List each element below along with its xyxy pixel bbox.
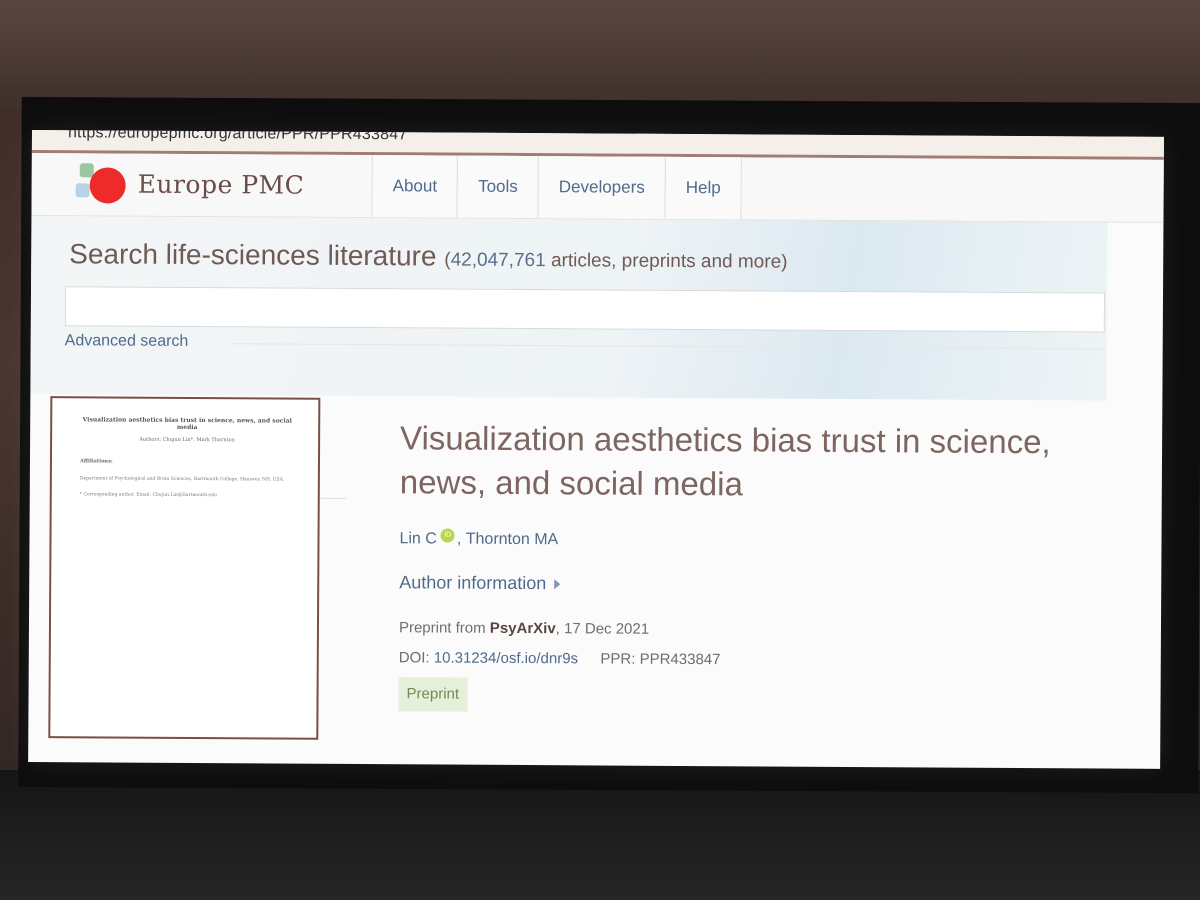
triangle-right-icon [554,578,561,589]
preprint-badge: Preprint [398,677,468,712]
doi-label: DOI: [398,649,430,667]
preprint-source-line: Preprint from PsyArXiv, 17 Dec 2021 [399,613,1099,647]
divider [319,497,346,499]
thumbnail-affiliations-heading: Affiliations: [79,458,113,465]
main-nav: About Tools Developers Help [371,155,742,220]
divider [230,343,1107,350]
nav-help[interactable]: Help [664,156,742,220]
article-count: (42,047,761 articles, preprints and more… [444,250,787,273]
nav-about[interactable]: About [371,155,458,218]
url-text: https://europepmc.org/article/PPR/PPR433… [67,130,408,144]
room-wall [0,0,1200,110]
site-header: Europe PMC About Tools Developers Help [31,152,1164,223]
author-list: Lin C iD , Thornton MA [399,528,1099,552]
search-title-text: Search life-sciences literature [69,238,437,272]
author-information-label: Author information [399,572,547,594]
article-thumbnail[interactable]: Visualization aesthetics bias trust in s… [48,396,321,740]
nav-tools[interactable]: Tools [456,155,538,219]
projected-screen: https://europepmc.org/article/PPR/PPR433… [28,130,1164,769]
author-thornton[interactable]: Thornton MA [466,531,559,550]
publication-date: , 17 Dec 2021 [555,620,650,638]
thumbnail-title: Visualization aesthetics bias trust in s… [82,416,292,432]
author-information-toggle[interactable]: Author information [399,572,1099,597]
orcid-icon[interactable]: iD [440,528,455,543]
thumbnail-corresponding: * Corresponding author. Email: Chujun.Li… [79,492,217,499]
article-title: Visualization aesthetics bias trust in s… [399,419,1051,503]
preprint-from-label: Preprint from [398,619,486,637]
article-summary: Visualization aesthetics bias trust in s… [398,416,1100,715]
author-separator: , [456,530,462,548]
identifier-line: DOI: 10.31234/osf.io/dnr9s PPR: PPR43384… [399,643,1099,677]
red-dot-icon [89,167,126,204]
ppr-id: PPR433847 [639,650,721,669]
site-logo-text[interactable]: Europe PMC [138,170,305,200]
advanced-search-link[interactable]: Advanced search [65,332,189,351]
search-heading: Search life-sciences literature (42,047,… [69,238,787,274]
nav-developers[interactable]: Developers [537,156,665,219]
search-section: Search life-sciences literature (42,047,… [30,215,1108,401]
count-number: 42,047,761 [450,249,546,272]
ppr-label: PPR: [600,650,636,668]
doi-link[interactable]: 10.31234/osf.io/dnr9s [434,649,578,667]
europepmc-logo-icon[interactable] [75,163,126,207]
logo-square-blue [75,183,90,198]
author-lin[interactable]: Lin C [399,530,436,548]
thumbnail-affiliation: Department of Psychological and Brain Sc… [79,476,285,483]
search-input[interactable] [64,286,1106,333]
source-link[interactable]: PsyArXiv [490,620,556,637]
count-rest: articles, preprints and more) [545,250,788,273]
thumbnail-authors: Authors: Chujun Lin*, Mark Thornton [139,436,235,444]
article-meta: Preprint from PsyArXiv, 17 Dec 2021 DOI:… [398,613,1099,715]
